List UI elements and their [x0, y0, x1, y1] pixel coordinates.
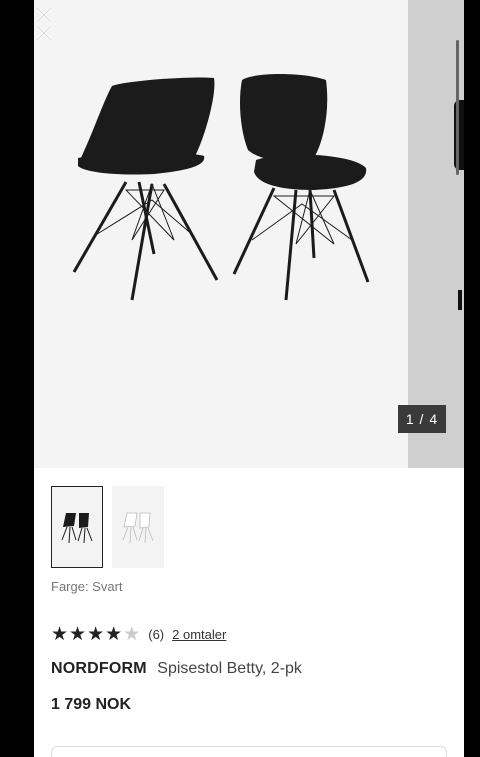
star-icon: ★ [105, 623, 123, 645]
product-name: Spisestol Betty, 2-pk [157, 660, 302, 677]
color-label: Farge: Svart [51, 579, 123, 594]
thumbnail-white[interactable] [112, 486, 164, 568]
rating-count: (6) [148, 626, 165, 642]
close-icon[interactable] [34, 4, 56, 44]
brand-name[interactable]: NORDFORM [51, 660, 147, 677]
product-main-image[interactable] [34, 0, 408, 468]
next-chair-leg-sliver [458, 290, 462, 310]
chairs-image [72, 74, 370, 301]
thumbnail-black[interactable] [51, 486, 103, 568]
white-chairs-thumbnail [122, 512, 154, 544]
star-icon: ★ [69, 623, 87, 645]
image-counter: 1 / 4 [398, 405, 446, 433]
star-empty-icon: ★ [123, 623, 141, 645]
options-box[interactable] [51, 746, 447, 757]
thumbnail-strip [51, 486, 164, 568]
star-icon: ★ [51, 623, 69, 645]
image-gallery[interactable]: 1 / 4 [34, 0, 464, 468]
product-page: 1 / 4 Farge: Svart ★ ★ ★ ★ ★ (6) 2 omtal… [34, 0, 464, 757]
product-title: NORDFORM Spisestol Betty, 2-pk [51, 660, 302, 678]
reviews-link[interactable]: 2 omtaler [172, 627, 226, 642]
rating-row: ★ ★ ★ ★ ★ (6) 2 omtaler [51, 624, 226, 644]
product-price: 1 799 NOK [51, 696, 132, 713]
star-rating[interactable]: ★ ★ ★ ★ ★ [51, 624, 140, 644]
scroll-indicator [456, 40, 459, 175]
star-icon: ★ [87, 623, 105, 645]
black-chairs-thumbnail [61, 513, 93, 544]
